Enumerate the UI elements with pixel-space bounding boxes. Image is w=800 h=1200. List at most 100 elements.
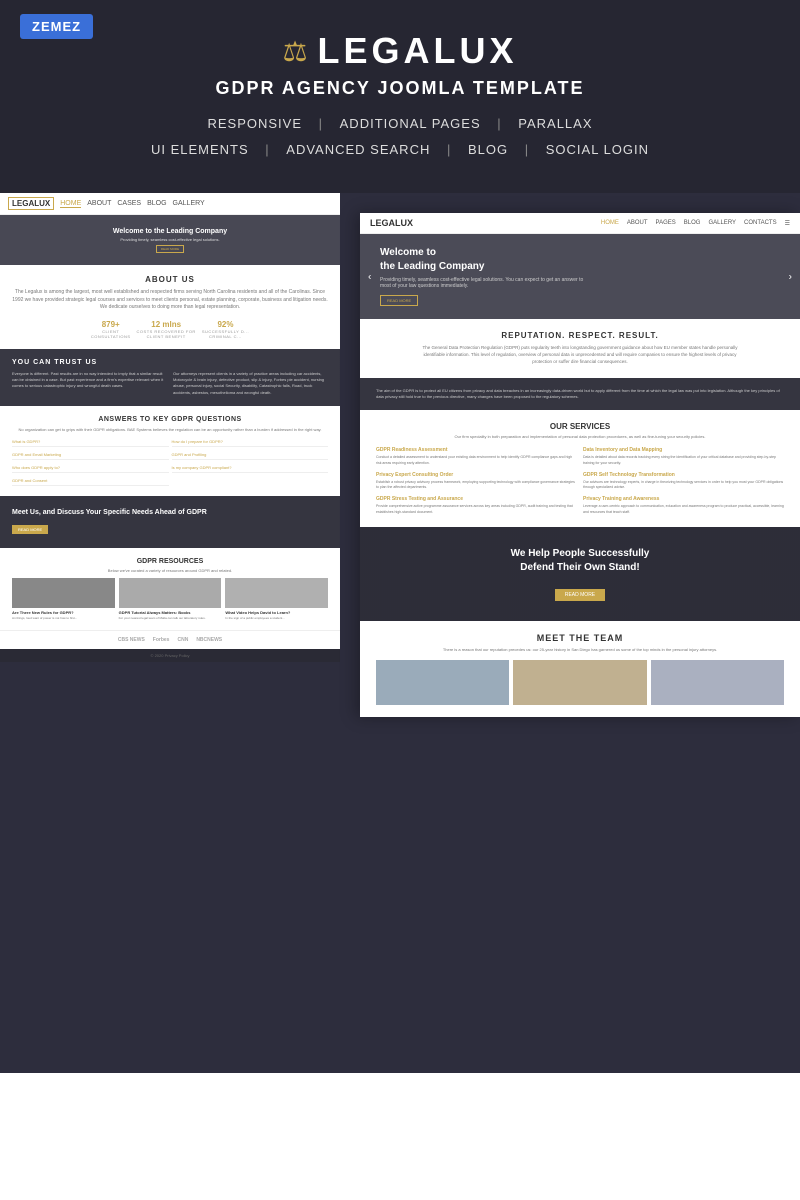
resources-title: GDPR RESOURCES — [12, 558, 328, 565]
header-banner: ZEMEZ ⚖ LEGALUX GDPR AGENCY JOOMLA TEMPL… — [0, 0, 800, 193]
gdpr-item[interactable]: Who does GDPR apply to? — [12, 463, 169, 473]
service-name: Data Inventory and Data Mapping — [583, 447, 784, 453]
resource-text: For your nearest legal team of Malta can… — [119, 616, 222, 620]
gdpr-item[interactable]: What is GDPR? — [12, 437, 169, 447]
left-logo: LEGALUX — [8, 197, 54, 210]
about-title: ABOUT US — [12, 275, 328, 284]
services-subtitle: Our firm speciality in both preparation … — [376, 434, 784, 439]
hero-arrow-left[interactable]: ‹ — [368, 271, 371, 282]
team-photo-2 — [513, 660, 646, 705]
services-title: OUR SERVICES — [376, 422, 784, 431]
left-footer: © 2020 Privacy Policy — [0, 649, 340, 662]
resources-grid: Are There New Rules for GDPR? An things,… — [12, 578, 328, 620]
resource-image — [119, 578, 222, 608]
team-grid — [376, 660, 784, 705]
stat-3: 92% SUCCESSFULLY D...CRIMINAL C... — [202, 320, 249, 339]
news-logos: CBS NEWS Forbes CNN NBCNEWS — [0, 630, 340, 649]
product-tagline: GDPR AGENCY JOOMLA TEMPLATE — [0, 78, 800, 99]
stat-1: 879+ CLIENTCONSULTATIONS — [91, 320, 131, 339]
team-photo-3 — [651, 660, 784, 705]
service-text: Provide comprehensive active programme a… — [376, 504, 577, 515]
trust-title: YOU CAN TRUST US — [12, 359, 328, 366]
hero-subtitle: Providing timely, seamless cost-effectiv… — [380, 277, 583, 289]
stats-row: 879+ CLIENTCONSULTATIONS 12 mlns COSTS R… — [12, 320, 328, 339]
team-photo-1 — [376, 660, 509, 705]
cbs-logo: CBS NEWS — [118, 637, 145, 643]
trust-col1: Everyone is different. Past results are … — [12, 371, 167, 397]
right-nav-links: HOME ABOUT PAGES BLOG GALLERY CONTACTS ☰ — [601, 220, 790, 227]
gdpr-text: No organization can get to grips with th… — [12, 427, 328, 432]
service-item: Data Inventory and Data Mapping Data is … — [583, 447, 784, 466]
resource-item: Are There New Rules for GDPR? An things,… — [12, 578, 115, 620]
left-preview-panel: LEGALUX HOME ABOUT CASES BLOG GALLERY We… — [0, 193, 340, 662]
hero-button[interactable]: READ MORE — [380, 295, 418, 306]
left-hero-text: Welcome to the Leading Company Providing… — [113, 228, 227, 253]
scales-icon: ⚖ — [282, 35, 307, 68]
service-name: GDPR Stress Testing and Assurance — [376, 496, 577, 502]
meet-team-subtitle: There is a reason that our reputation pr… — [376, 647, 784, 652]
resource-item: What Video Helps David to Learn? In the … — [225, 578, 328, 620]
right-meet-team: MEET THE TEAM There is a reason that our… — [360, 621, 800, 717]
preview-container: LEGALUX HOME ABOUT CASES BLOG GALLERY We… — [0, 193, 800, 1073]
meet-team-title: MEET THE TEAM — [376, 633, 784, 643]
service-name: Privacy Expert Consulting Order — [376, 472, 577, 478]
about-text: The Legalux is among the largest, most w… — [12, 289, 328, 312]
resource-text: An things, loud want of power is not how… — [12, 616, 115, 620]
trust-col2: Our attorneys represent clients in a var… — [173, 371, 328, 397]
footer-text: © 2020 Privacy Policy — [12, 653, 328, 658]
service-name: GDPR Readiness Assessment — [376, 447, 577, 453]
forbes-logo: Forbes — [153, 637, 170, 643]
gdpr-grid: What is GDPR? How do I prepare for GDPR?… — [12, 437, 328, 486]
gdpr-item[interactable]: GDPR and Email Marketing — [12, 450, 169, 460]
resource-title: Are There New Rules for GDPR? — [12, 610, 115, 615]
defend-button[interactable]: READ MORE — [555, 589, 605, 601]
services-grid: GDPR Readiness Assessment Conduct a deta… — [376, 447, 784, 515]
resource-text: In the sign of a public employees a stud… — [225, 616, 328, 620]
defend-title: We Help People SuccessfullyDefend Their … — [376, 547, 784, 575]
nbc-logo: NBCNEWS — [196, 637, 222, 643]
service-item: GDPR Readiness Assessment Conduct a deta… — [376, 447, 577, 466]
service-item: Privacy Training and Awareness Leverage … — [583, 496, 784, 515]
service-item: Privacy Expert Consulting Order Establis… — [376, 472, 577, 491]
reputation-text: The General Data Protection Regulation (… — [420, 344, 740, 366]
stat-2: 12 mlns COSTS RECOVERED FORCLIENT BENEFI… — [137, 320, 196, 339]
right-logo: LEGALUX — [370, 218, 413, 228]
service-item: GDPR Stress Testing and Assurance Provid… — [376, 496, 577, 515]
right-preview-panel: LEGALUX HOME ABOUT PAGES BLOG GALLERY CO… — [360, 213, 800, 717]
resources-subtitle: Below we've curated a variety of resourc… — [12, 568, 328, 573]
left-gdpr-section: ANSWERS TO KEY GDPR QUESTIONS No organiz… — [0, 406, 340, 496]
hero-arrow-right[interactable]: › — [789, 271, 792, 282]
left-meet-cta: Meet Us, and Discuss Your Specific Needs… — [0, 496, 340, 548]
service-text: Data is detailed about data records trac… — [583, 455, 784, 466]
service-item: GDPR Self Technology Transformation Our … — [583, 472, 784, 491]
meet-cta-title: Meet Us, and Discuss Your Specific Needs… — [12, 508, 328, 518]
right-reputation: REPUTATION. RESPECT. RESULT. The General… — [360, 319, 800, 378]
resource-title: What Video Helps David to Learn? — [225, 610, 328, 615]
right-defend-section: We Help People SuccessfullyDefend Their … — [360, 527, 800, 621]
right-hero-text: Welcome tothe Leading Company Providing … — [380, 246, 583, 307]
service-text: Our advisors are technology experts, in … — [583, 480, 784, 491]
gdpr-item[interactable]: GDPR and Consent — [12, 476, 169, 486]
meet-cta-button[interactable]: READ MORE — [12, 525, 48, 534]
right-hero: ‹ Welcome tothe Leading Company Providin… — [360, 234, 800, 319]
right-nav: LEGALUX HOME ABOUT PAGES BLOG GALLERY CO… — [360, 213, 800, 234]
reputation-title: REPUTATION. RESPECT. RESULT. — [376, 331, 784, 340]
gdpr-item[interactable]: How do I prepare for GDPR? — [172, 437, 329, 447]
left-nav: LEGALUX HOME ABOUT CASES BLOG GALLERY — [0, 193, 340, 215]
left-resources: GDPR RESOURCES Below we've curated a var… — [0, 548, 340, 630]
gdpr-item[interactable]: GDPR and Profiling — [172, 450, 329, 460]
service-text: Leverage a user-centric approach to comm… — [583, 504, 784, 515]
gdpr-item[interactable]: Is my company GDPR compliant? — [172, 463, 329, 473]
left-nav-links: HOME ABOUT CASES BLOG GALLERY — [60, 200, 204, 208]
right-services: OUR SERVICES Our firm speciality in both… — [360, 410, 800, 527]
service-name: Privacy Training and Awareness — [583, 496, 784, 502]
service-text: Conduct a detailed assessment to underst… — [376, 455, 577, 466]
right-parallax-section: The aim of the GDPR is to protect all EU… — [360, 378, 800, 411]
left-trust-section: YOU CAN TRUST US Everyone is different. … — [0, 349, 340, 407]
resource-title: GDPR Tutorial Always Matters: Books — [119, 610, 222, 615]
left-about: ABOUT US The Legalux is among the larges… — [0, 265, 340, 349]
service-name: GDPR Self Technology Transformation — [583, 472, 784, 478]
cnn-logo: CNN — [177, 637, 188, 643]
zemez-logo[interactable]: ZEMEZ — [20, 14, 93, 39]
hero-title: Welcome tothe Leading Company — [380, 246, 583, 274]
